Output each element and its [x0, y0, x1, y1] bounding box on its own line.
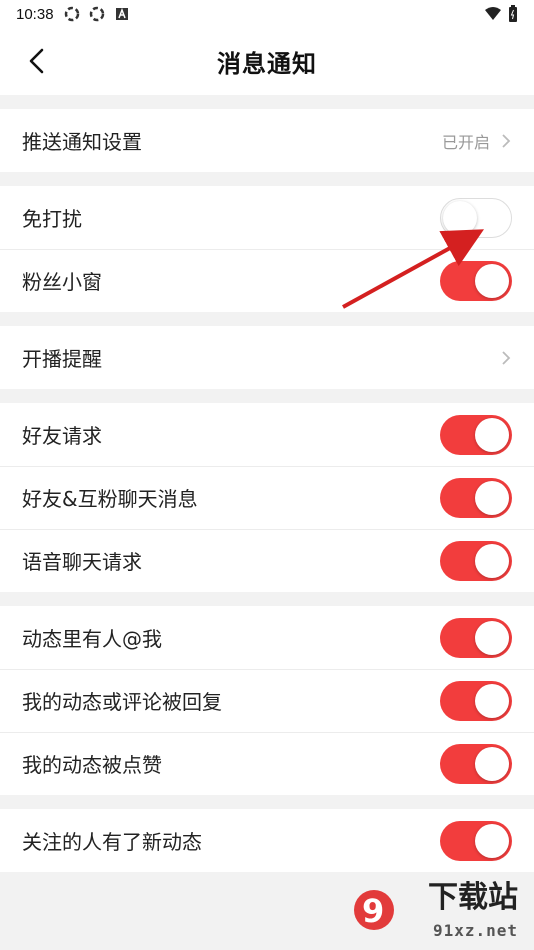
settings-group: 关注的人有了新动态 [0, 809, 534, 872]
toggle-switch[interactable] [440, 617, 512, 658]
settings-row: 语音聊天请求 [0, 529, 534, 592]
toggle-switch[interactable] [440, 820, 512, 861]
toggle-knob [475, 417, 509, 452]
settings-row-label: 好友请求 [22, 424, 102, 448]
toggle-knob [475, 823, 509, 858]
a-notification-icon [115, 7, 128, 20]
section-gap [0, 795, 534, 809]
back-arrow-icon[interactable] [22, 46, 52, 76]
chevron-right-icon [502, 350, 511, 365]
battery-icon [509, 5, 517, 22]
nav-bar: 消息通知 [0, 28, 534, 95]
settings-row[interactable]: 开播提醒 [0, 326, 534, 389]
status-time: 10:38 [16, 5, 54, 23]
app-notification-icon [89, 6, 104, 22]
settings-group: 推送通知设置 已开启 [0, 109, 534, 172]
watermark: 9 下载站 91xz.net [354, 880, 528, 946]
toggle-knob [475, 263, 509, 298]
settings-row-label: 推送通知设置 [22, 130, 142, 154]
toggle-knob [475, 620, 509, 655]
status-bar: 10:38 [0, 0, 534, 28]
settings-row-label: 免打扰 [22, 207, 82, 231]
toggle-switch[interactable] [440, 414, 512, 455]
settings-group: 开播提醒 [0, 326, 534, 389]
watermark-brand: 下载站 [428, 880, 518, 915]
settings-row: 我的动态被点赞 [0, 732, 534, 795]
toggle-switch[interactable] [440, 477, 512, 518]
settings-row[interactable]: 推送通知设置 已开启 [0, 109, 534, 172]
toggle-knob [475, 746, 509, 781]
section-gap [0, 95, 534, 109]
toggle-switch[interactable] [440, 197, 512, 238]
settings-row-label: 粉丝小窗 [22, 270, 102, 294]
settings-row-label: 开播提醒 [22, 347, 102, 371]
settings-row: 我的动态或评论被回复 [0, 669, 534, 732]
settings-row-label: 动态里有人@我 [22, 627, 162, 651]
watermark-logo: 9 [354, 890, 394, 930]
toggle-knob [443, 200, 477, 235]
svg-text:9: 9 [362, 892, 384, 930]
toggle-knob [475, 543, 509, 578]
settings-row: 好友请求 [0, 403, 534, 466]
settings-list: 推送通知设置 已开启 免打扰 粉丝小窗 开播提醒 好友请求 好友&互粉聊天消息 语音聊天请求动… [0, 95, 534, 872]
section-gap [0, 592, 534, 606]
app-notification-icon [64, 6, 79, 22]
settings-group: 动态里有人@我我的动态或评论被回复 我的动态被点赞 [0, 606, 534, 795]
section-gap [0, 312, 534, 326]
toggle-switch[interactable] [440, 680, 512, 721]
page-title: 消息通知 [217, 50, 317, 78]
settings-group: 免打扰 粉丝小窗 [0, 186, 534, 312]
section-gap [0, 172, 534, 186]
settings-row: 免打扰 [0, 186, 534, 249]
toggle-knob [475, 683, 509, 718]
settings-row: 好友&互粉聊天消息 [0, 466, 534, 529]
wifi-icon [485, 7, 501, 20]
settings-row: 粉丝小窗 [0, 249, 534, 312]
settings-row-label: 好友&互粉聊天消息 [22, 487, 198, 511]
toggle-switch[interactable] [440, 540, 512, 581]
settings-row: 关注的人有了新动态 [0, 809, 534, 872]
settings-row-value: 已开启 [441, 132, 490, 152]
section-gap [0, 389, 534, 403]
watermark-domain: 91xz.net [432, 921, 518, 940]
settings-row-label: 我的动态被点赞 [22, 753, 162, 777]
toggle-switch[interactable] [440, 260, 512, 301]
chevron-right-icon [502, 133, 511, 148]
toggle-knob [475, 480, 509, 515]
toggle-switch[interactable] [440, 743, 512, 784]
settings-row-label: 我的动态或评论被回复 [22, 690, 222, 714]
settings-row: 动态里有人@我 [0, 606, 534, 669]
settings-group: 好友请求好友&互粉聊天消息 语音聊天请求 [0, 403, 534, 592]
settings-row-label: 关注的人有了新动态 [22, 830, 202, 854]
settings-row-label: 语音聊天请求 [22, 550, 142, 574]
